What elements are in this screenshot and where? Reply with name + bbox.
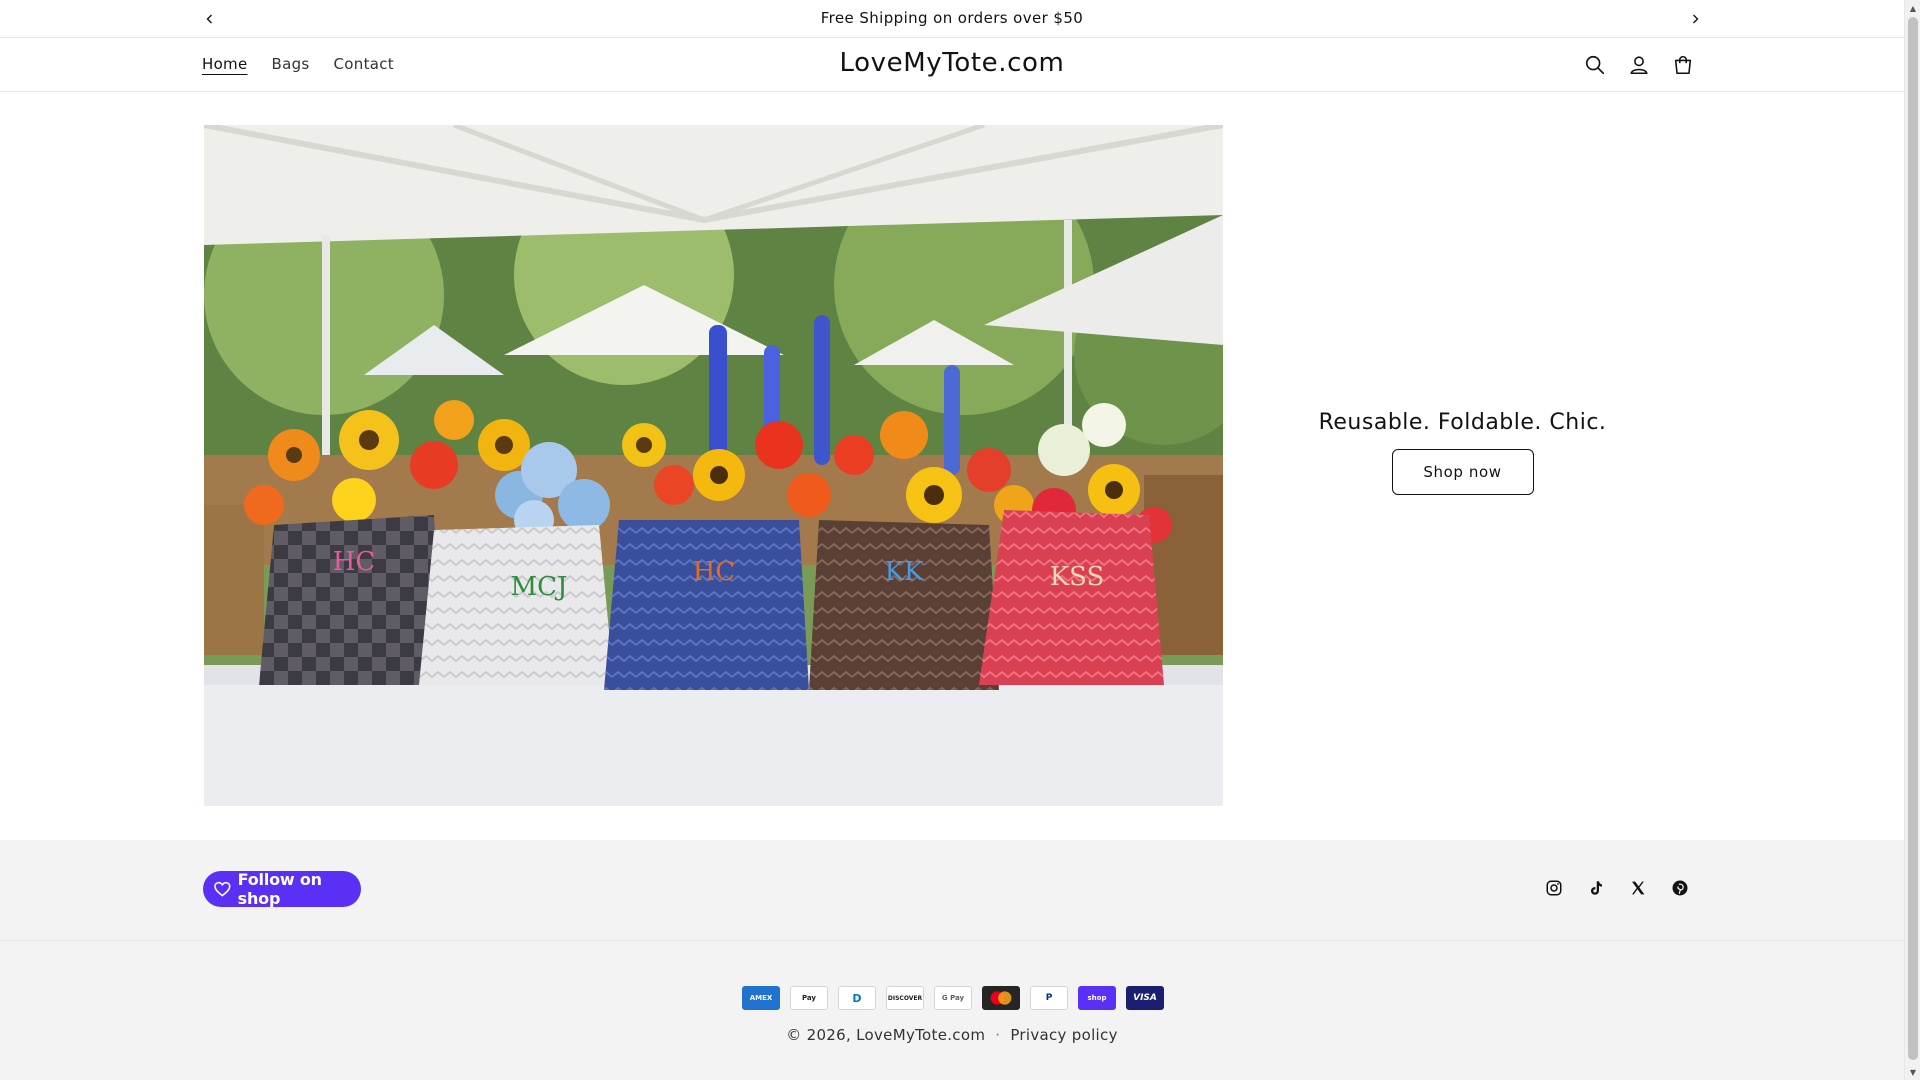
shop-now-button[interactable]: Shop now (1391, 449, 1534, 495)
hero-tagline: Reusable. Foldable. Chic. (1318, 410, 1607, 435)
tiktok-icon (1590, 881, 1602, 895)
visa-icon: VISA (1126, 986, 1164, 1010)
scroll-up-arrow[interactable]: ▲ (1905, 0, 1920, 16)
hero-copy: Reusable. Foldable. Chic. Shop now (1240, 410, 1685, 495)
announcement-message: Free Shipping on orders over $50 (820, 9, 1084, 27)
pinterest-icon (1672, 880, 1688, 896)
mastercard-icon (982, 986, 1020, 1010)
bag-monogram: MCJ (511, 572, 568, 602)
diners-club-icon: D (838, 986, 876, 1010)
heart-icon (214, 881, 231, 897)
hero-image: HC MCJ HC KK KSS (204, 125, 1223, 806)
page: Free Shipping on orders over $50 Home Ba… (0, 0, 1904, 1080)
footer-top: Follow on shop (0, 840, 1904, 941)
instagram-link[interactable] (1544, 878, 1564, 898)
copyright-text: © 2026, LoveMyTote.com (786, 1026, 986, 1044)
announcement-bar: Free Shipping on orders over $50 (0, 0, 1904, 38)
instagram-icon (1546, 880, 1562, 896)
site-header: Home Bags Contact LoveMyTote.com (0, 38, 1904, 92)
cart-button[interactable] (1671, 50, 1695, 80)
search-button[interactable] (1583, 50, 1607, 80)
footer-bottom: AMEX Pay D DISCOVER G Pay P shop VISA © … (0, 941, 1904, 1080)
scrollbar-thumb[interactable] (1908, 17, 1918, 1060)
shop-pay-icon: shop (1078, 986, 1116, 1010)
mastercard-circles (990, 991, 1012, 1005)
apple-pay-icon: Pay (790, 986, 828, 1010)
paypal-icon: P (1030, 986, 1068, 1010)
account-button[interactable] (1627, 50, 1651, 80)
announcement-next-button[interactable] (1685, 9, 1705, 29)
payment-icons: AMEX Pay D DISCOVER G Pay P shop VISA (742, 986, 1164, 1010)
account-icon (1630, 56, 1648, 75)
follow-on-shop-button[interactable]: Follow on shop (203, 870, 361, 908)
x-link[interactable] (1628, 878, 1648, 898)
bag-monogram: KK (885, 557, 924, 587)
copyright-separator: · (995, 1026, 1001, 1044)
page-scrollbar[interactable]: ▲ ▼ (1904, 0, 1920, 1080)
copyright-line: © 2026, LoveMyTote.com · Privacy policy (0, 1026, 1904, 1044)
privacy-policy-link[interactable]: Privacy policy (1010, 1026, 1117, 1044)
social-links (1544, 878, 1690, 898)
header-icons (1583, 50, 1695, 80)
scroll-down-arrow[interactable]: ▼ (1905, 1064, 1920, 1080)
hero-illustration: HC MCJ HC KK KSS (204, 125, 1223, 806)
x-icon (1632, 881, 1645, 895)
bag-monogram: KSS (1050, 562, 1105, 592)
amex-icon: AMEX (742, 986, 780, 1010)
tiktok-link[interactable] (1586, 878, 1606, 898)
chevron-right-icon (1693, 14, 1699, 24)
search-icon (1585, 55, 1605, 75)
cart-icon (1674, 55, 1692, 75)
google-pay-icon: G Pay (934, 986, 972, 1010)
discover-icon: DISCOVER (886, 986, 924, 1010)
bag-monogram: HC (333, 547, 376, 577)
pinterest-link[interactable] (1670, 878, 1690, 898)
bag-monogram: HC (693, 557, 736, 587)
follow-on-shop-label: Follow on shop (237, 870, 322, 908)
